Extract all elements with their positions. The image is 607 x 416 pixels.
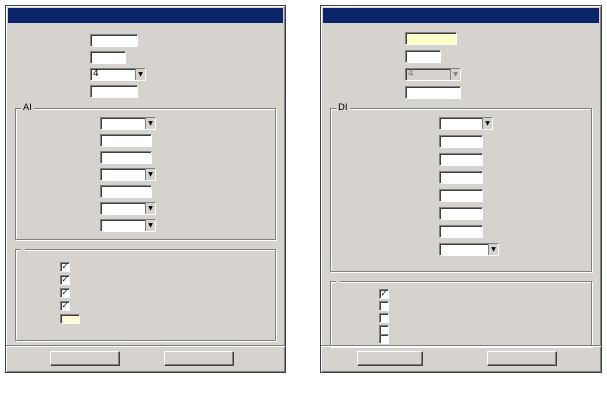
ai-range-lower-label (18, 151, 96, 164)
ai-cumulative-method-dropdown[interactable]: ▼ (100, 202, 156, 215)
ai-board-dropdown[interactable]: ▼ (100, 117, 156, 130)
chevron-down-icon[interactable]: ▼ (488, 244, 498, 255)
chevron-down-icon[interactable]: ▼ (450, 69, 460, 80)
chevron-down-icon[interactable]: ▼ (145, 169, 155, 180)
ai-usage-label (18, 219, 96, 232)
di-tag-name-field[interactable] (405, 32, 457, 45)
di-stats-group: ✓ (330, 275, 592, 347)
di-off-display-label (333, 153, 437, 166)
di-group-number-dropdown[interactable]: 4 ▼ (405, 68, 461, 81)
di-engineering-unit-j-label (333, 225, 437, 238)
di-stat-label (341, 301, 373, 312)
ai-group-number-value: 4 (93, 69, 99, 79)
ai-engineering-unit-label (18, 185, 96, 198)
chevron-down-icon[interactable]: ▼ (482, 118, 492, 129)
di-tag-settings-dialog: 4 ▼ DI ▼ ▼ ✓ (320, 5, 602, 373)
di-type-label (333, 117, 437, 130)
ai-board-label (18, 117, 96, 130)
ai-decimal-point-dropdown[interactable]: ▼ (100, 168, 156, 181)
ai-stats-group: ✓ ✓ ✓ ✓ (15, 243, 276, 341)
di-on-time-upper-field[interactable] (439, 171, 483, 184)
di-stat-label (341, 334, 373, 345)
chevron-down-icon[interactable]: ▼ (145, 118, 155, 129)
di-engineering-unit-f-label (333, 189, 437, 202)
di-unit-label (327, 50, 401, 63)
ai-stat-checkbox[interactable]: ✓ (60, 288, 70, 298)
ai-range-upper-label (18, 134, 96, 147)
ai-cumulative-method-label (18, 202, 96, 215)
di-stat-label (341, 289, 373, 300)
di-on-display-field[interactable] (439, 135, 483, 148)
ai-ok-button[interactable] (50, 351, 120, 366)
ai-dialog-footer (6, 345, 285, 372)
ai-tag-name-field[interactable] (90, 34, 138, 47)
ai-engineering-unit-field[interactable] (100, 185, 152, 198)
chevron-down-icon[interactable]: ▼ (145, 220, 155, 231)
ai-group-legend: AI (21, 102, 34, 114)
ai-settings-group: AI ▼ ▼ ▼ ▼ (15, 102, 276, 240)
ai-decimal-point-label (18, 168, 96, 181)
ai-usage-dropdown[interactable]: ▼ (100, 219, 156, 232)
ai-group-heading-label (12, 85, 86, 98)
di-engineering-unit-j-field[interactable] (439, 225, 483, 238)
di-stat-checkbox[interactable] (379, 313, 389, 323)
di-dialog-footer (321, 345, 601, 372)
ai-group-heading-field[interactable] (90, 85, 138, 98)
di-tag-name-label (327, 32, 401, 45)
di-unit-field[interactable] (405, 50, 441, 63)
di-type-dropdown[interactable]: ▼ (439, 117, 493, 130)
di-on-display-label (333, 135, 437, 148)
ai-stats-legend (21, 243, 25, 255)
ai-stat-checkbox[interactable]: ✓ (60, 262, 70, 272)
di-on-count-upper-field[interactable] (439, 207, 483, 220)
di-stat-checkbox[interactable]: ✓ (379, 289, 389, 299)
di-ok-button[interactable] (357, 351, 423, 366)
di-group-heading-label (327, 86, 401, 99)
ai-range-lower-field[interactable] (100, 151, 152, 164)
ai-stat-label (20, 275, 52, 286)
di-measurement-item-dropdown[interactable]: ▼ (439, 243, 499, 256)
di-settings-group: DI ▼ ▼ (330, 102, 592, 272)
ai-stat-checkbox[interactable] (60, 314, 80, 324)
ai-stat-label (20, 262, 52, 273)
di-stat-checkbox[interactable] (379, 334, 389, 344)
ai-stat-checkbox[interactable]: ✓ (60, 301, 70, 311)
ai-group-number-dropdown[interactable]: 4 ▼ (90, 68, 146, 81)
di-on-count-upper-label (333, 207, 437, 220)
di-stat-checkbox[interactable] (379, 301, 389, 311)
di-on-time-upper-label (333, 171, 437, 184)
ai-close-button[interactable] (164, 351, 234, 366)
di-group-heading-field[interactable] (405, 86, 461, 99)
ai-tag-name-label (12, 34, 86, 47)
ai-dialog-titlebar (8, 8, 283, 23)
ai-group-number-label (12, 68, 86, 81)
chevron-down-icon[interactable]: ▼ (145, 203, 155, 214)
di-off-display-field[interactable] (439, 153, 483, 166)
di-measurement-item-label (333, 243, 437, 256)
ai-stat-label (20, 314, 52, 325)
di-group-number-label (327, 68, 401, 81)
di-stat-label (341, 313, 373, 324)
chevron-down-icon[interactable]: ▼ (135, 69, 145, 80)
ai-range-upper-field[interactable] (100, 134, 152, 147)
di-dialog-titlebar (323, 8, 599, 23)
ai-stat-checkbox[interactable]: ✓ (60, 275, 70, 285)
ai-unit-field[interactable] (90, 51, 126, 64)
di-close-button[interactable] (487, 351, 557, 366)
di-group-number-value: 4 (408, 69, 414, 79)
ai-unit-label (12, 51, 86, 64)
di-stats-legend (336, 275, 340, 287)
di-engineering-unit-f-field[interactable] (439, 189, 483, 202)
di-group-legend: DI (336, 102, 350, 114)
ai-tag-settings-dialog: 4 ▼ AI ▼ ▼ ▼ ▼ ✓ ✓ ✓ ✓ (5, 5, 286, 373)
ai-stat-label (20, 301, 52, 312)
ai-stat-label (20, 288, 52, 299)
